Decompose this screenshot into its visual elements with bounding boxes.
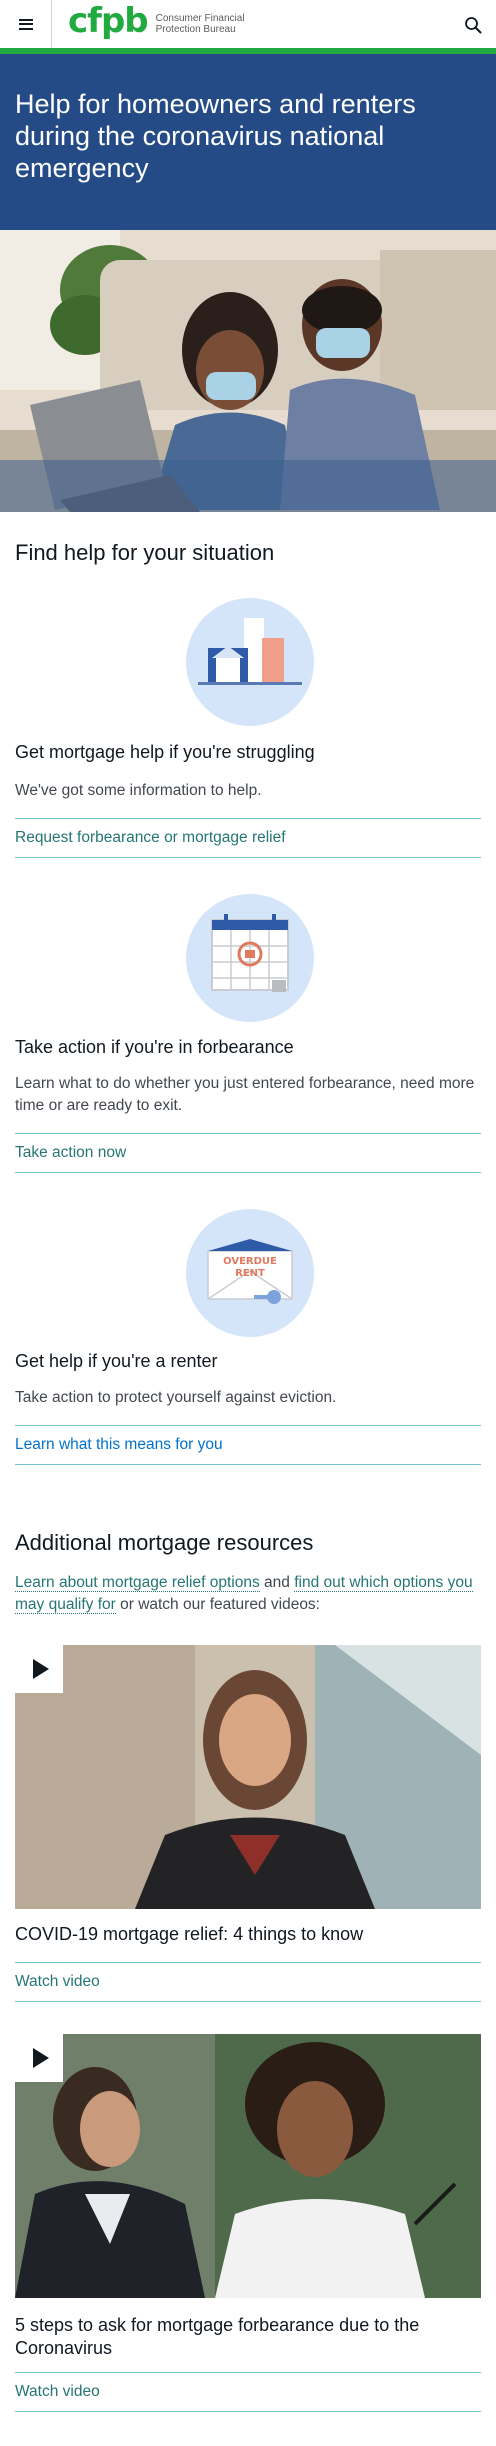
card-desc-mortgage-help: We've got some information to help. <box>15 782 262 799</box>
card-title-forbearance: Take action if you're in forbearance <box>15 1037 294 1057</box>
play-button[interactable] <box>15 1645 63 1693</box>
watch-video-link-1[interactable]: Watch video <box>15 1973 100 1991</box>
link-row-mortgage-help: Request forbearance or mortgage relief <box>15 818 481 858</box>
calendar-illustration <box>186 894 314 1022</box>
search-icon <box>465 17 482 34</box>
woman-speaking-thumbnail <box>15 1645 481 1909</box>
calendar-icon <box>211 914 289 992</box>
link-row-video-2: Watch video <box>15 2372 481 2412</box>
video-thumbnail-2[interactable] <box>15 2034 481 2298</box>
search-button[interactable] <box>464 16 482 34</box>
logo-text: Consumer Financial Protection Bureau <box>156 13 245 35</box>
resources-suffix-text: or watch our featured videos: <box>115 1596 320 1613</box>
logo-mark: cfpb <box>68 1 149 41</box>
logo-line-2: Protection Bureau <box>155 24 236 35</box>
situation-heading: Find help for your situation <box>15 540 275 565</box>
envelope-key-icon: OVERDUE RENT <box>207 1239 293 1304</box>
card-title-mortgage-help: Get mortgage help if you're struggling <box>15 742 315 762</box>
hamburger-menu-icon <box>18 18 33 30</box>
play-icon <box>33 1659 49 1679</box>
resources-and-text: and <box>259 1574 295 1591</box>
card-desc-forbearance: Learn what to do whether you just entere… <box>15 1075 475 1114</box>
couple-with-laptop-illustration <box>0 230 496 512</box>
link-row-renter: Learn what this means for you <box>15 1425 481 1465</box>
take-action-link[interactable]: Take action now <box>15 1144 126 1162</box>
menu-button[interactable] <box>0 0 52 48</box>
logo-line-1: Consumer Financial <box>155 13 245 24</box>
card-title-renter: Get help if you're a renter <box>15 1351 218 1371</box>
page-title: Help for homeowners and renters during t… <box>15 89 416 183</box>
request-forbearance-link[interactable]: Request forbearance or mortgage relief <box>15 829 286 847</box>
play-icon <box>33 2048 49 2068</box>
mortgage-relief-options-link[interactable]: Learn about mortgage relief options <box>15 1574 260 1592</box>
buildings-icon <box>198 618 302 685</box>
cfpb-logo[interactable]: cfpb Consumer Financial Protection Burea… <box>68 1 245 42</box>
site-header: cfpb Consumer Financial Protection Burea… <box>0 0 496 54</box>
learn-what-this-means-link[interactable]: Learn what this means for you <box>15 1436 223 1454</box>
resources-heading: Additional mortgage resources <box>15 1530 314 1555</box>
card-desc-renter: Take action to protect yourself against … <box>15 1389 337 1406</box>
overdue-rent-illustration: OVERDUE RENT <box>186 1209 314 1337</box>
video-thumbnail-1[interactable] <box>15 1645 481 1909</box>
video-title-2: 5 steps to ask for mortgage forbearance … <box>15 2315 420 2358</box>
homes-illustration <box>186 598 314 726</box>
link-row-forbearance: Take action now <box>15 1133 481 1173</box>
video-title-1: COVID-19 mortgage relief: 4 things to kn… <box>15 1924 364 1944</box>
rent-text: RENT <box>235 1268 265 1279</box>
hero-banner: Help for homeowners and renters during t… <box>0 54 496 230</box>
watch-video-link-2[interactable]: Watch video <box>15 2383 100 2401</box>
two-people-talking-thumbnail <box>15 2034 481 2298</box>
overdue-text: OVERDUE <box>223 1256 277 1267</box>
play-button[interactable] <box>15 2034 63 2082</box>
hero-photo <box>0 230 496 512</box>
link-row-video-1: Watch video <box>15 1962 481 2002</box>
resources-intro: Learn about mortgage relief options and … <box>15 1572 481 1616</box>
